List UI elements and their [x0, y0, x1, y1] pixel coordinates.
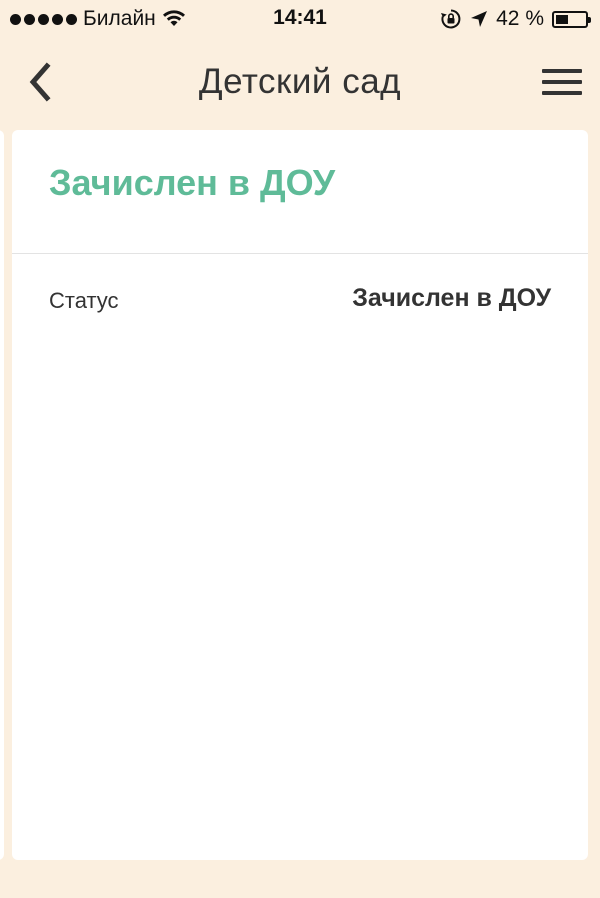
card-title: Зачислен в ДОУ — [49, 162, 336, 203]
location-arrow-icon — [470, 10, 488, 28]
previous-card-edge[interactable] — [0, 130, 4, 860]
status-right: 42 % — [440, 6, 591, 32]
hamburger-menu-icon — [542, 69, 582, 73]
status-row: Статус Зачислен в ДОУ — [12, 254, 588, 346]
navigation-bar: Детский сад — [0, 38, 600, 126]
rotation-lock-icon — [440, 8, 462, 30]
status-bar: Билайн 14:41 42 % — [0, 0, 600, 38]
status-label: Статус — [49, 288, 119, 313]
page-title: Детский сад — [198, 62, 402, 101]
menu-button[interactable] — [540, 66, 584, 98]
battery-icon — [552, 10, 591, 28]
status-card: Зачислен в ДОУ Статус Зачислен в ДОУ — [12, 130, 588, 860]
status-value: Зачислен в ДОУ — [352, 284, 551, 312]
hamburger-line — [542, 91, 582, 95]
hamburger-line — [542, 80, 582, 84]
battery-level-fill — [556, 14, 568, 24]
card-header: Зачислен в ДОУ — [12, 130, 588, 254]
battery-percent: 42 % — [496, 7, 544, 30]
